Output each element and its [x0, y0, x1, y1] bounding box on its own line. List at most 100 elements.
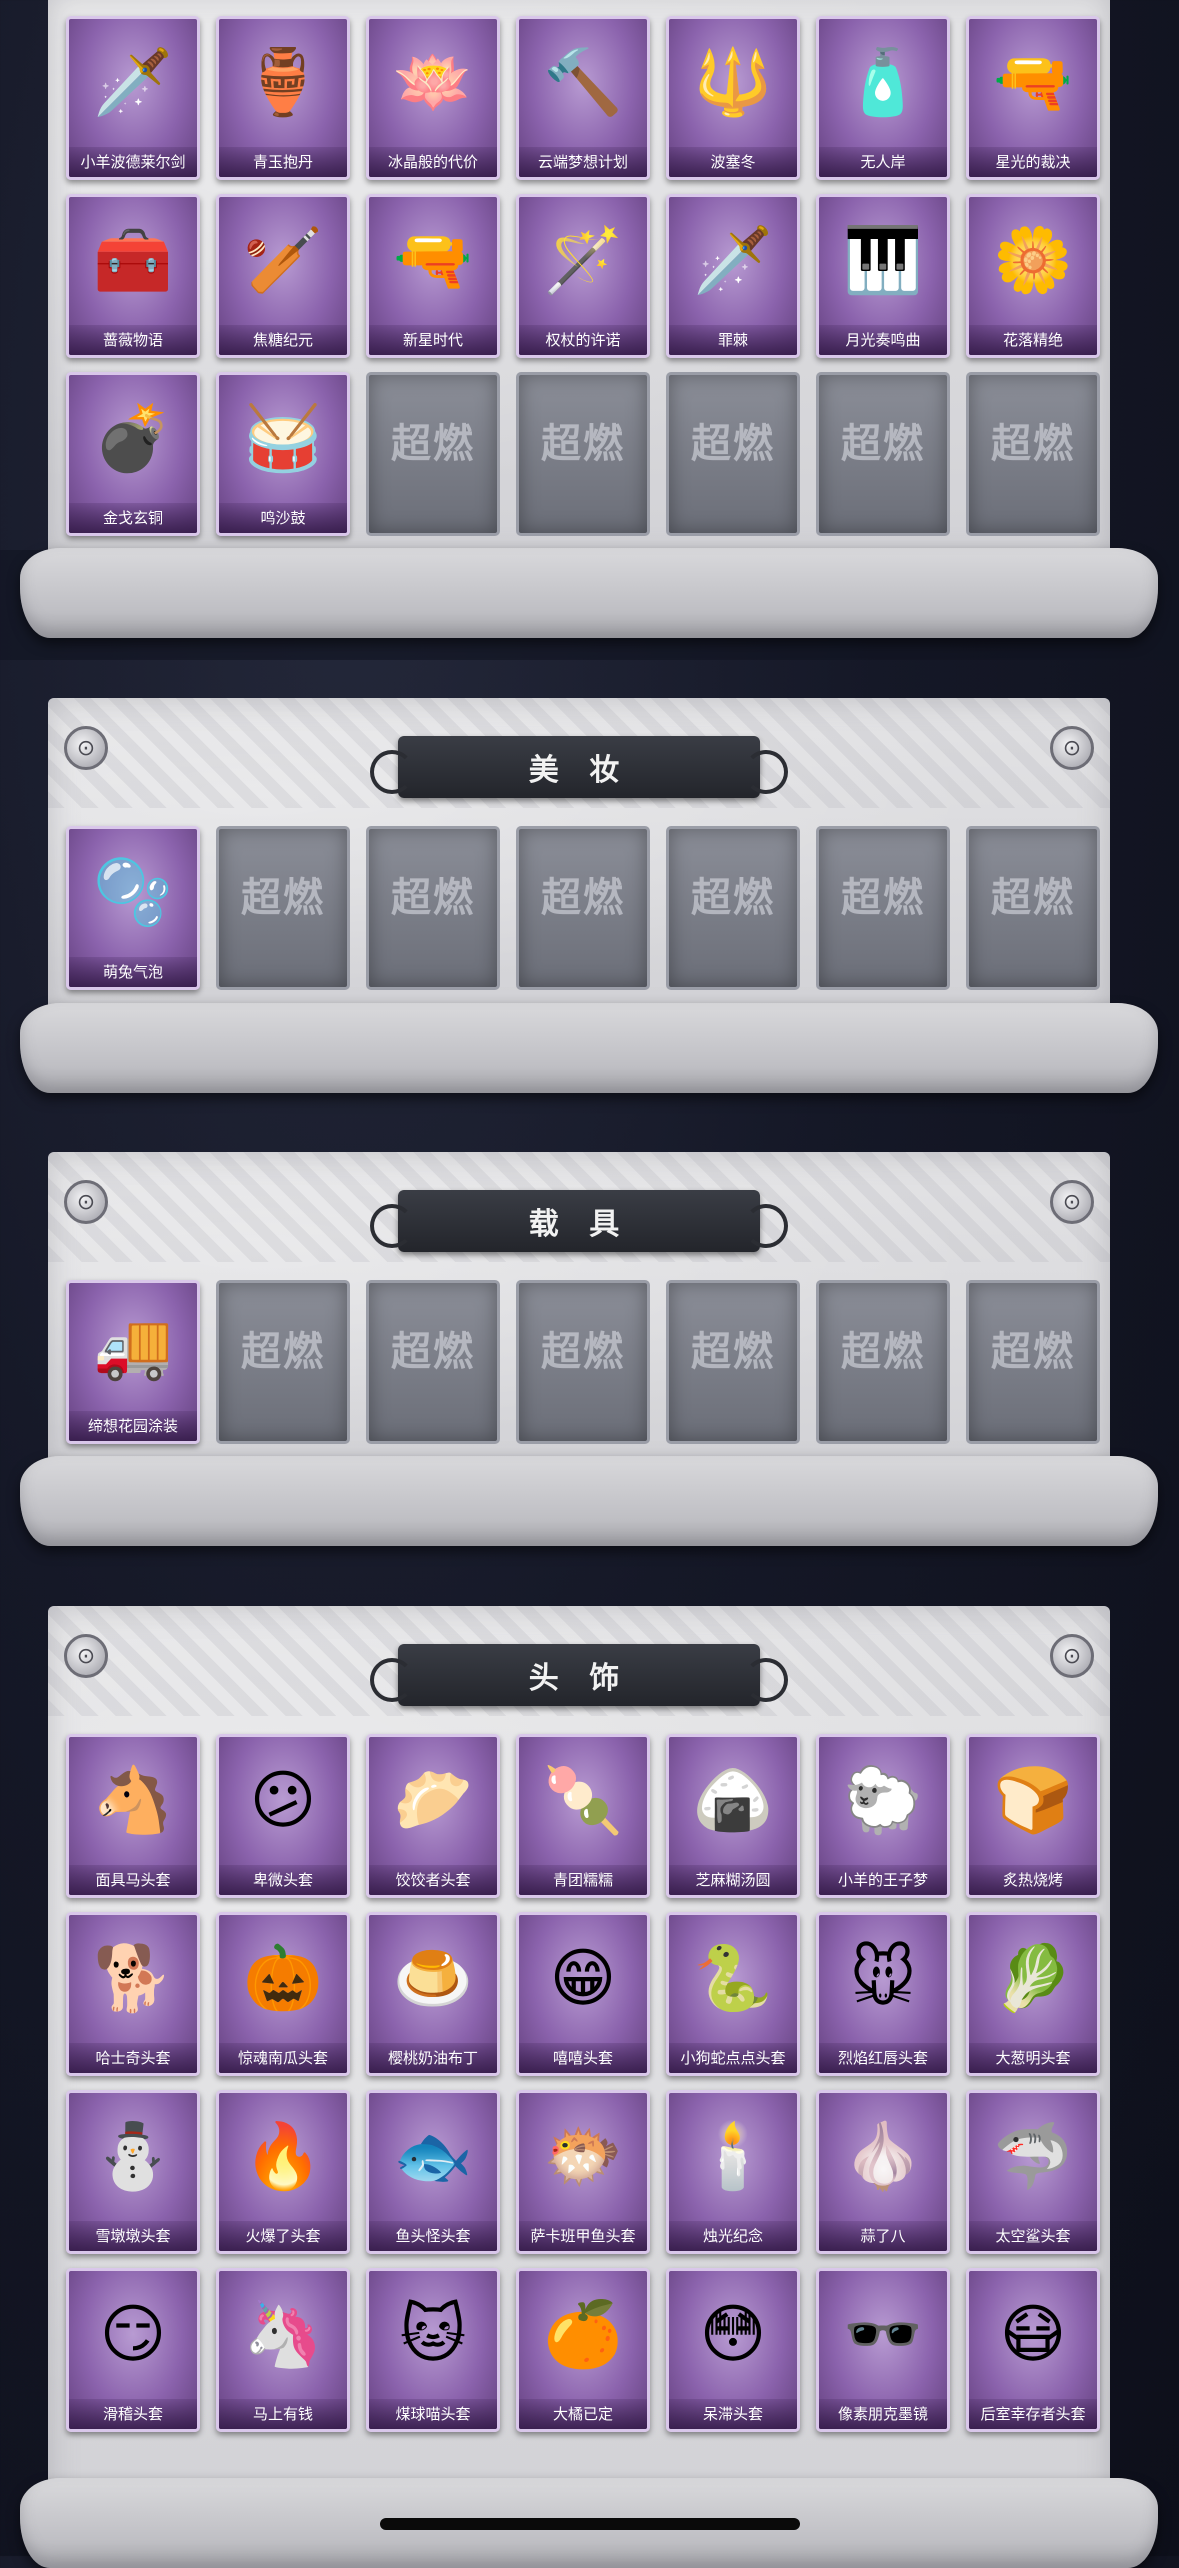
weapons-item[interactable]: 🗡️ 罪棘	[666, 194, 800, 358]
weapons-item[interactable]: 超燃	[516, 372, 650, 536]
item-label: 滑稽头套	[69, 2399, 197, 2429]
item-label: 萌兔气泡	[69, 957, 197, 987]
headwear-item[interactable]: 🔥 火爆了头套	[216, 2090, 350, 2254]
headwear-item[interactable]: 🐍 小狗蛇点点头套	[666, 1912, 800, 2076]
item-label: 云端梦想计划	[519, 147, 647, 177]
vehicles-item[interactable]: 超燃	[216, 1280, 350, 1444]
headwear-item[interactable]: 🐴 面具马头套	[66, 1734, 200, 1898]
makeup-item[interactable]: 超燃	[966, 826, 1100, 990]
headwear-item[interactable]: 🕶️ 像素朋克墨镜	[816, 2268, 950, 2432]
corner-badge-left-icon: ⊙	[64, 1180, 108, 1224]
headwear-item[interactable]: 🥟 饺饺者头套	[366, 1734, 500, 1898]
headwear-item[interactable]: 😕 卑微头套	[216, 1734, 350, 1898]
headwear-item[interactable]: 🧄 蒜了八	[816, 2090, 950, 2254]
corner-badge-left-icon: ⊙	[64, 726, 108, 770]
truck-icon: 🚚	[93, 1310, 173, 1384]
weapons-item[interactable]: 🪷 冰晶般的代价	[366, 16, 500, 180]
headwear-item[interactable]: 🐟 鱼头怪头套	[366, 2090, 500, 2254]
item-label: 小狗蛇点点头套	[669, 2043, 797, 2073]
headwear-item[interactable]: 🥬 大葱明头套	[966, 1912, 1100, 2076]
locked-logo-placeholder: 超燃	[391, 420, 475, 467]
weapons-item[interactable]: 🧰 蔷薇物语	[66, 194, 200, 358]
headwear-item[interactable]: 🐭 烈焰红唇头套	[816, 1912, 950, 2076]
weapons-item[interactable]: 超燃	[816, 372, 950, 536]
green-dumpling-icon: 🍡	[543, 1764, 623, 1838]
weapons-item[interactable]: 超燃	[666, 372, 800, 536]
weapons-item[interactable]: 🔱 波塞冬	[666, 16, 800, 180]
vehicles-item[interactable]: 超燃	[816, 1280, 950, 1444]
weapons-item[interactable]: 🔫 星光的裁决	[966, 16, 1100, 180]
weapons-panel: 🗡️ 小羊波德莱尔剑 🏺 青玉抱丹 🪷 冰晶般的代价 🔨 云端梦想计划 🔱 波塞冬 🧴 无人岸 🔫 星光的…	[48, 0, 1110, 560]
headwear-item[interactable]: 🐕 哈士奇头套	[66, 1912, 200, 2076]
headwear-item[interactable]: 🍊 大橘已定	[516, 2268, 650, 2432]
piano-icon: 🎹	[843, 224, 923, 298]
weapons-item[interactable]: 超燃	[366, 372, 500, 536]
vehicles-item[interactable]: 超燃	[516, 1280, 650, 1444]
corner-badge-right-icon: ⊙	[1050, 1634, 1094, 1678]
makeup-item[interactable]: 超燃	[366, 826, 500, 990]
vehicles-item[interactable]: 超燃	[666, 1280, 800, 1444]
locked-logo-placeholder: 超燃	[691, 874, 775, 921]
makeup-item[interactable]: 超燃	[816, 826, 950, 990]
weapons-item[interactable]: 超燃	[966, 372, 1100, 536]
weapons-item[interactable]: 🪄 权杖的许诺	[516, 194, 650, 358]
item-label: 惊魂南瓜头套	[219, 2043, 347, 2073]
weapons-item[interactable]: 🌼 花落精绝	[966, 194, 1100, 358]
headwear-item[interactable]: 🍡 青团糯糯	[516, 1734, 650, 1898]
funny-face-icon: 😏	[99, 2298, 167, 2372]
corner-badge-left-icon: ⊙	[64, 1634, 108, 1678]
headwear-item[interactable]: 🎃 惊魂南瓜头套	[216, 1912, 350, 2076]
weapons-item[interactable]: 🏏 焦糖纪元	[216, 194, 350, 358]
headwear-item[interactable]: 🐑 小羊的王子梦	[816, 1734, 950, 1898]
weapons-item[interactable]: 🔨 云端梦想计划	[516, 16, 650, 180]
garlic-icon: 🧄	[843, 2120, 923, 2194]
locked-logo-placeholder: 超燃	[991, 1328, 1075, 1375]
headwear-item[interactable]: 🍙 芝麻糊汤圆	[666, 1734, 800, 1898]
locked-logo-placeholder: 超燃	[541, 874, 625, 921]
vehicles-scroll-bottom	[20, 1456, 1158, 1546]
vehicles-item[interactable]: 超燃	[366, 1280, 500, 1444]
weapons-item[interactable]: 🥁 鸣沙鼓	[216, 372, 350, 536]
snake-icon: 🐍	[693, 1942, 773, 2016]
first-aid-case-icon: 🧰	[93, 224, 173, 298]
locked-logo-placeholder: 超燃	[991, 874, 1075, 921]
headwear-item[interactable]: 🦈 太空鲨头套	[966, 2090, 1100, 2254]
headwear-item[interactable]: 😳 呆滞头套	[666, 2268, 800, 2432]
item-label: 像素朋克墨镜	[819, 2399, 947, 2429]
vehicles-item[interactable]: 🚚 缔想花园涂装	[66, 1280, 200, 1444]
weapons-item[interactable]: 🎹 月光奏鸣曲	[816, 194, 950, 358]
weapons-item[interactable]: 💣 金戈玄铜	[66, 372, 200, 536]
headwear-item[interactable]: 🕯️ 烛光纪念	[666, 2090, 800, 2254]
headwear-item[interactable]: 😁 嘻嘻头套	[516, 1912, 650, 2076]
headwear-item[interactable]: 🦄 马上有钱	[216, 2268, 350, 2432]
weapons-item[interactable]: 🔫 新星时代	[366, 194, 500, 358]
item-label: 太空鲨头套	[969, 2221, 1097, 2251]
mace-icon: 🔨	[543, 46, 623, 120]
item-label: 呆滞头套	[669, 2399, 797, 2429]
item-label: 小羊的王子梦	[819, 1865, 947, 1895]
fish-head-icon: 🐟	[393, 2120, 473, 2194]
makeup-item[interactable]: 超燃	[516, 826, 650, 990]
item-label: 罪棘	[669, 325, 797, 355]
makeup-item[interactable]: 超燃	[216, 826, 350, 990]
headwear-item[interactable]: 🐡 萨卡班甲鱼头套	[516, 2090, 650, 2254]
headwear-item[interactable]: 🍞 炙热烧烤	[966, 1734, 1100, 1898]
weapons-item[interactable]: 🏺 青玉抱丹	[216, 16, 350, 180]
item-label: 缔想花园涂装	[69, 1411, 197, 1441]
headwear-item[interactable]: 😷 后室幸存者头套	[966, 2268, 1100, 2432]
headwear-item[interactable]: 😏 滑稽头套	[66, 2268, 200, 2432]
locked-logo-placeholder: 超燃	[841, 420, 925, 467]
horse-head-icon: 🐴	[93, 1764, 173, 1838]
makeup-item[interactable]: 🫧 萌兔气泡	[66, 826, 200, 990]
headwear-item[interactable]: 🍮 樱桃奶油布丁	[366, 1912, 500, 2076]
headwear-item[interactable]: 🐱 煤球喵头套	[366, 2268, 500, 2432]
makeup-grid: 🫧 萌兔气泡 超燃 超燃 超燃 超燃 超燃 超燃	[66, 826, 1100, 990]
headwear-item[interactable]: ⛄ 雪墩墩头套	[66, 2090, 200, 2254]
vehicles-item[interactable]: 超燃	[966, 1280, 1100, 1444]
makeup-item[interactable]: 超燃	[666, 826, 800, 990]
weapons-item[interactable]: 🗡️ 小羊波德莱尔剑	[66, 16, 200, 180]
dumpling-icon: 🥟	[393, 1764, 473, 1838]
weapons-item[interactable]: 🧴 无人岸	[816, 16, 950, 180]
home-indicator[interactable]	[380, 2518, 800, 2530]
item-label: 星光的裁决	[969, 147, 1097, 177]
